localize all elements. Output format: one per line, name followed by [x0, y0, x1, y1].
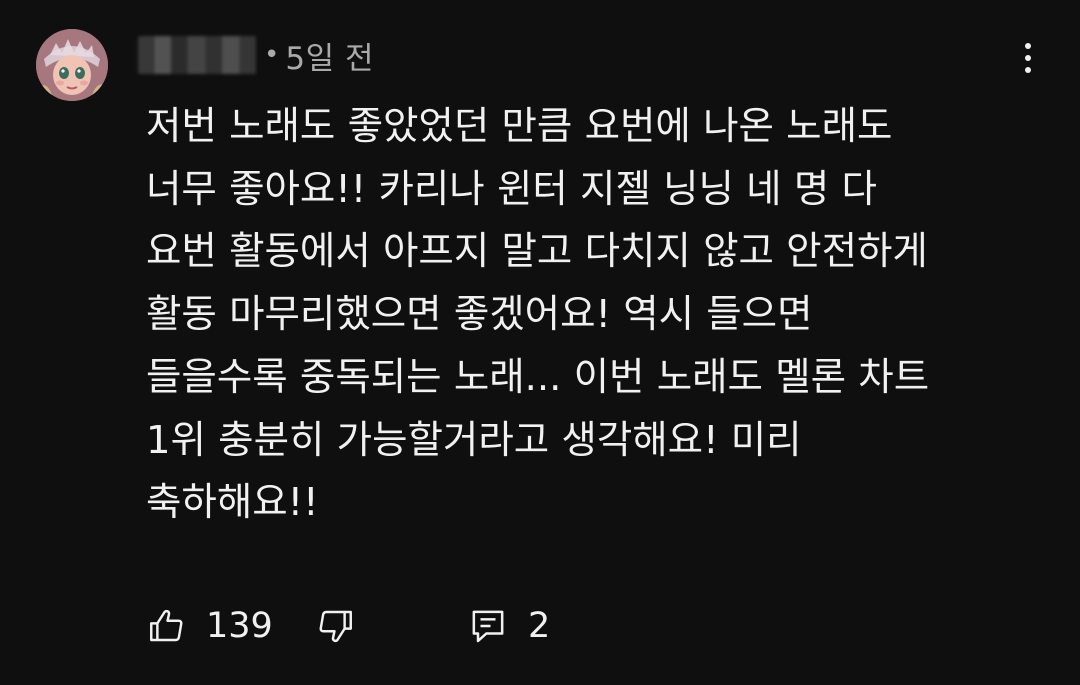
more-vert-icon-dot [1025, 67, 1031, 73]
avatar-image [36, 29, 108, 101]
dislike-button[interactable] [314, 600, 356, 652]
comment-text: 저번 노래도 좋았었던 만큼 요번에 나온 노래도 너무 좋아요!! 카리나 윈… [146, 96, 1046, 535]
comment-timestamp[interactable]: 5일 전 [285, 33, 374, 78]
more-vert-icon-dot [1025, 43, 1031, 49]
thumbs-down-icon [319, 610, 352, 643]
comment-text-line: 축하해요!! [146, 480, 319, 526]
like-count: 139 [206, 606, 273, 646]
comment-text-line: 요번 활동에서 아프지 말고 다치지 않고 안전하게 [146, 229, 928, 275]
comment-text-line: 너무 좋아요!! 카리나 윈터 지젤 닝닝 네 명 다 [146, 166, 877, 212]
comment-text-line: 1위 충분히 가능할거라고 생각해요! 미리 [146, 417, 802, 463]
comment-text-line: 들을수록 중독되는 노래... 이번 노래도 멜론 차트 [146, 354, 930, 400]
reply-count: 2 [528, 606, 551, 646]
reply-button[interactable]: 2 [468, 600, 550, 652]
more-vert-icon-dot [1025, 55, 1031, 61]
comment-card: • 5일 전 저번 노래도 좋았었던 만큼 요번에 나온 노래도 너무 좋아요!… [0, 0, 1080, 685]
separator-dot: • [264, 40, 280, 70]
username-redacted[interactable] [138, 36, 256, 74]
more-options-button[interactable] [1008, 36, 1048, 80]
comment-header: • 5일 전 [138, 33, 374, 77]
avatar[interactable] [36, 29, 108, 101]
like-button[interactable]: 139 [146, 600, 273, 652]
comment-icon [472, 610, 504, 643]
comment-text-line: 활동 마무리했으면 좋겠어요! 역시 들으면 [146, 292, 813, 338]
comment-text-line: 저번 노래도 좋았었던 만큼 요번에 나온 노래도 [146, 104, 893, 149]
thumbs-up-icon [150, 609, 183, 642]
comment-actions: 139 2 [146, 600, 566, 652]
